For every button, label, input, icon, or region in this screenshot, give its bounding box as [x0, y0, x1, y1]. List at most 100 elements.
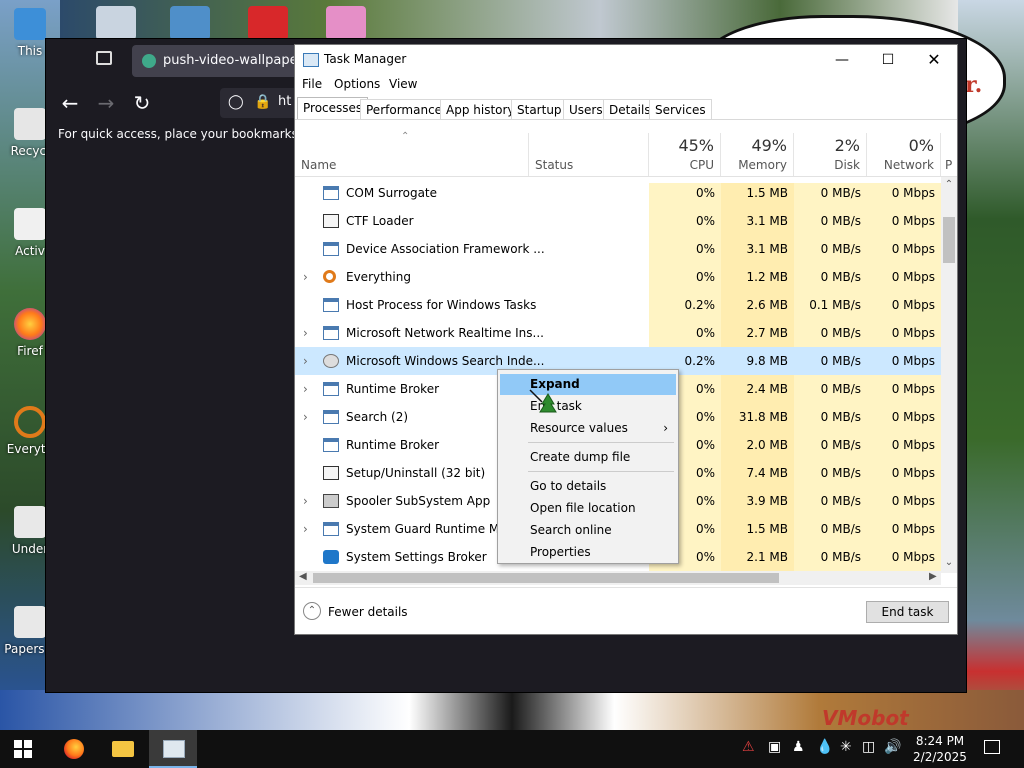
- menu-options[interactable]: Options: [334, 77, 380, 91]
- horizontal-scrollbar[interactable]: ◀ ▶: [295, 571, 941, 585]
- fewer-details-link[interactable]: Fewer details: [328, 605, 408, 619]
- network-total-percent: 0%: [908, 136, 934, 155]
- menu-item-create-dump[interactable]: Create dump file: [500, 447, 676, 468]
- volume-icon[interactable]: 🔊: [884, 739, 901, 755]
- desktop-icon-top-1[interactable]: [96, 6, 136, 40]
- tab-startup[interactable]: Startup: [511, 99, 568, 119]
- vertical-scrollbar[interactable]: ⌃ ⌄: [941, 177, 957, 573]
- end-task-button[interactable]: End task: [866, 601, 949, 623]
- task-manager-icon: [303, 53, 319, 67]
- process-cpu: 0%: [649, 183, 721, 207]
- tab-users[interactable]: Users: [563, 99, 609, 119]
- process-cpu: 0%: [649, 207, 721, 235]
- chevron-right-icon[interactable]: ›: [303, 319, 308, 347]
- reload-button[interactable]: ↻: [128, 89, 156, 117]
- process-name: Everything: [346, 270, 411, 284]
- chevron-right-icon[interactable]: ›: [303, 375, 308, 403]
- menu-item-resource-values[interactable]: Resource values ›: [500, 418, 676, 439]
- taskbar-firefox[interactable]: [50, 730, 98, 768]
- menu-item-open-file-location[interactable]: Open file location: [500, 498, 676, 519]
- title-bar[interactable]: Task Manager — ☐ ✕: [295, 45, 957, 75]
- tab-performance[interactable]: Performance: [360, 99, 449, 119]
- menu-file[interactable]: File: [302, 77, 322, 91]
- storage-icon[interactable]: ▣: [768, 739, 781, 755]
- clock[interactable]: 8:24 PM 2/2/2025: [906, 733, 974, 765]
- chevron-right-icon[interactable]: ›: [303, 347, 308, 375]
- process-cpu: 0%: [649, 263, 721, 291]
- notification-icon[interactable]: [984, 740, 1000, 754]
- document-icon: [14, 208, 46, 240]
- chevron-up-icon[interactable]: ⌃: [303, 602, 321, 620]
- menu-item-go-to-details[interactable]: Go to details: [500, 476, 676, 497]
- security-alert-icon[interactable]: ⚠: [742, 739, 755, 755]
- process-row[interactable]: › Everything 0% 1.2 MB 0 MB/s 0 Mbps: [295, 263, 941, 291]
- column-header-power[interactable]: P: [941, 133, 957, 176]
- scrollbar-thumb[interactable]: [313, 573, 779, 583]
- scrollbar-thumb[interactable]: [943, 217, 955, 263]
- scroll-up-icon[interactable]: ⌃: [941, 179, 957, 190]
- lock-icon[interactable]: 🔒: [254, 94, 271, 110]
- scroll-down-icon[interactable]: ⌄: [941, 557, 957, 568]
- tab-app-history[interactable]: App history: [440, 99, 521, 119]
- scroll-right-icon[interactable]: ▶: [929, 571, 937, 582]
- network-icon[interactable]: ◫: [862, 739, 875, 755]
- column-header-network[interactable]: 0% Network: [867, 133, 941, 176]
- process-row[interactable]: Device Association Framework ... 0% 3.1 MB…: [295, 235, 941, 263]
- mcdonalds-icon[interactable]: [248, 6, 288, 40]
- url-text[interactable]: ht: [278, 94, 291, 109]
- column-header-row: ⌃ Name Status 45% CPU 49% Memory 2% Disk…: [295, 131, 957, 177]
- cpu-total-percent: 45%: [678, 136, 714, 155]
- start-button[interactable]: [14, 740, 32, 758]
- column-header-cpu[interactable]: 45% CPU: [649, 133, 721, 176]
- menu-bar: File Options View: [295, 75, 957, 95]
- process-memory: 3.1 MB: [721, 235, 794, 263]
- menu-item-expand[interactable]: Expand: [500, 374, 676, 395]
- chevron-right-icon[interactable]: ›: [303, 515, 308, 543]
- sparkle-icon[interactable]: ✳: [840, 739, 852, 755]
- tab-services[interactable]: Services: [649, 99, 712, 119]
- column-header-disk[interactable]: 2% Disk: [794, 133, 867, 176]
- taskbar-task-manager[interactable]: [149, 730, 197, 768]
- desktop-icon-label: Under: [11, 542, 49, 556]
- process-row[interactable]: COM Surrogate 0% 1.5 MB 0 MB/s 0 Mbps: [295, 183, 941, 207]
- menu-item-end-task[interactable]: End task: [500, 396, 676, 417]
- chevron-right-icon[interactable]: ›: [303, 487, 308, 515]
- list-all-tabs-icon[interactable]: [96, 51, 112, 65]
- process-network: 0 Mbps: [867, 515, 941, 543]
- tab-processes[interactable]: Processes: [297, 97, 369, 119]
- desktop-icon-top-2[interactable]: [170, 6, 210, 40]
- process-network: 0 Mbps: [867, 235, 941, 263]
- close-button[interactable]: ✕: [911, 45, 957, 75]
- chevron-right-icon[interactable]: ›: [303, 263, 308, 291]
- process-name: System Guard Runtime Mon: [346, 522, 515, 536]
- column-header-status[interactable]: Status: [529, 133, 649, 176]
- column-header-name[interactable]: ⌃ Name: [295, 131, 529, 176]
- minimize-button[interactable]: —: [819, 45, 865, 75]
- wallpaper-watermark: VMobot: [822, 706, 909, 730]
- chevron-right-icon[interactable]: ›: [303, 403, 308, 431]
- browser-tab[interactable]: push-video-wallpaper.en: [132, 45, 322, 77]
- process-disk: 0 MB/s: [794, 235, 867, 263]
- window-icon: [323, 242, 339, 256]
- binary-file-icon: [14, 606, 46, 638]
- drop-icon[interactable]: 💧: [816, 739, 833, 755]
- column-header-memory[interactable]: 49% Memory: [721, 133, 794, 176]
- taskbar-file-explorer[interactable]: [99, 730, 147, 768]
- process-disk: 0 MB/s: [794, 347, 867, 375]
- scroll-left-icon[interactable]: ◀: [299, 571, 307, 582]
- window-icon: [323, 438, 339, 452]
- footer: ⌃ Fewer details End task: [295, 587, 957, 635]
- window-icon: [323, 522, 339, 536]
- process-row[interactable]: Host Process for Windows Tasks 0.2% 2.6 MB…: [295, 291, 941, 319]
- desktop-icon-top-4[interactable]: [326, 6, 366, 40]
- menu-view[interactable]: View: [389, 77, 417, 91]
- process-row[interactable]: CTF Loader 0% 3.1 MB 0 MB/s 0 Mbps: [295, 207, 941, 235]
- process-row[interactable]: › Microsoft Network Realtime Ins... 0% 2.7 …: [295, 319, 941, 347]
- back-button[interactable]: ←: [56, 89, 84, 117]
- shield-icon[interactable]: ◯: [228, 94, 244, 110]
- people-icon[interactable]: ♟: [792, 739, 805, 755]
- maximize-button[interactable]: ☐: [865, 45, 911, 75]
- menu-item-properties[interactable]: Properties: [500, 542, 676, 563]
- menu-item-search-online[interactable]: Search online: [500, 520, 676, 541]
- forward-button[interactable]: →: [92, 89, 120, 117]
